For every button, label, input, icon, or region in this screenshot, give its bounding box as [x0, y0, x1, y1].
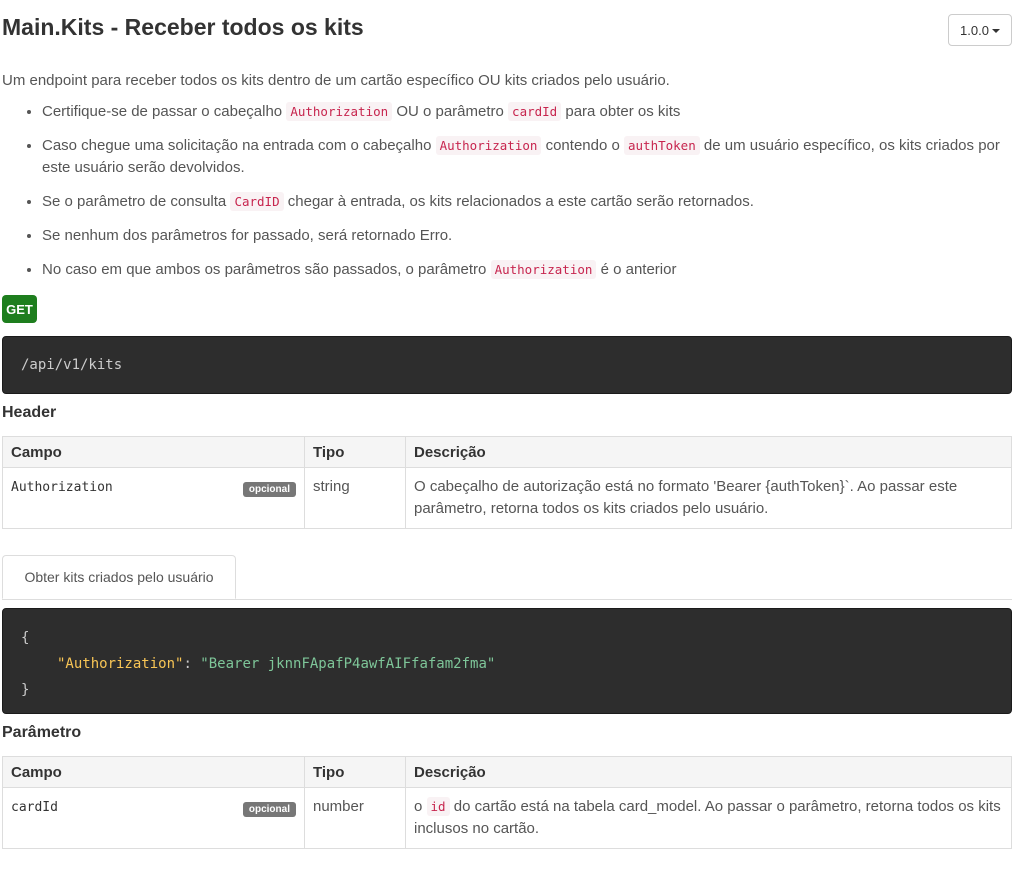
- header-table: Campo Tipo Descrição Authorization opcio…: [2, 436, 1012, 529]
- bullet-text: No caso em que ambos os parâmetros são p…: [42, 261, 491, 278]
- bullet-text: chegar à entrada, os kits relacionados a…: [283, 193, 754, 210]
- bullet-text: é o anterior: [596, 261, 677, 278]
- json-open-brace: {: [21, 630, 30, 646]
- table-row: Authorization opcional string O cabeçalh…: [2, 467, 1012, 529]
- type-cell: string: [304, 467, 406, 529]
- column-header-description: Descrição: [405, 756, 1012, 788]
- bullet-text: contendo o: [541, 137, 624, 154]
- list-item: No caso em que ambos os parâmetros são p…: [42, 259, 1012, 281]
- bullet-text: Se nenhum dos parâmetros for passado, se…: [42, 227, 453, 244]
- inline-code: Authorization: [286, 102, 393, 121]
- column-header-field: Campo: [2, 436, 305, 468]
- api-doc-page: Main.Kits - Receber todos os kits 1.0.0 …: [0, 0, 1029, 873]
- list-item: Se o parâmetro de consulta CardID chegar…: [42, 191, 1012, 213]
- param-section-title: Parâmetro: [2, 724, 82, 741]
- bullet-text: Se o parâmetro de consulta: [42, 193, 231, 210]
- column-header-type: Tipo: [304, 436, 406, 468]
- inline-code: Authorization: [490, 260, 597, 279]
- inline-code: Authorization: [435, 136, 542, 155]
- bullet-text: para obter os kits: [561, 103, 681, 120]
- title-row: Main.Kits - Receber todos os kits 1.0.0: [2, 12, 1012, 48]
- http-method-badge: GET: [2, 295, 37, 323]
- field-name: Authorization: [11, 480, 113, 495]
- field-cell: cardId opcional: [2, 787, 305, 849]
- tab-user-kits-example[interactable]: Obter kits criados pelo usuário: [2, 555, 236, 599]
- column-header-field: Campo: [2, 756, 305, 788]
- table-header-row: Campo Tipo Descrição: [2, 436, 1012, 468]
- json-colon: :: [183, 656, 201, 672]
- version-dropdown-button[interactable]: 1.0.0: [948, 14, 1012, 46]
- optional-badge: opcional: [242, 482, 296, 497]
- description-text: o: [414, 798, 427, 815]
- optional-badge: opcional: [242, 802, 296, 817]
- column-header-type: Tipo: [304, 756, 406, 788]
- inline-code: cardId: [508, 102, 562, 121]
- field-name: cardId: [11, 800, 58, 815]
- header-section-title: Header: [2, 404, 57, 421]
- list-item: Caso chegue uma solicitação na entrada c…: [42, 135, 1012, 179]
- description-cell: O cabeçalho de autorização está no forma…: [405, 467, 1012, 529]
- version-label: 1.0.0: [960, 22, 989, 38]
- json-value: "Bearer jknnFApafP4awfAIFfafam2fma": [200, 656, 496, 672]
- column-header-description: Descrição: [405, 436, 1012, 468]
- json-example-block: { "Authorization": "Bearer jknnFApafP4aw…: [2, 608, 1012, 714]
- inline-code: authToken: [624, 136, 700, 155]
- list-item: Se nenhum dos parâmetros for passado, se…: [42, 225, 1012, 247]
- field-cell: Authorization opcional: [2, 467, 305, 529]
- requirements-list: Certifique-se de passar o cabeçalho Auth…: [2, 101, 1012, 293]
- bullet-text: Certifique-se de passar o cabeçalho: [42, 103, 287, 120]
- caret-down-icon: [991, 28, 1000, 33]
- table-row: cardId opcional number o id do cartão es…: [2, 787, 1012, 849]
- inline-code: id: [426, 797, 450, 816]
- list-item: Certifique-se de passar o cabeçalho Auth…: [42, 101, 1012, 123]
- bullet-text: Caso chegue uma solicitação na entrada c…: [42, 137, 436, 154]
- endpoint-code-block: /api/v1/kits: [2, 336, 1012, 394]
- description-text: do cartão está na tabela card_model. Ao …: [414, 798, 1001, 837]
- page-title: Main.Kits - Receber todos os kits: [2, 14, 364, 40]
- endpoint-description: Um endpoint para receber todos os kits d…: [2, 72, 670, 89]
- bullet-text: OU o parâmetro: [392, 103, 509, 120]
- table-header-row: Campo Tipo Descrição: [2, 756, 1012, 788]
- json-close-brace: }: [21, 682, 30, 698]
- endpoint-path: /api/v1/kits: [21, 357, 123, 373]
- parameter-table: Campo Tipo Descrição cardId opcional num…: [2, 756, 1012, 849]
- description-cell: o id do cartão está na tabela card_model…: [405, 787, 1012, 849]
- type-cell: number: [304, 787, 406, 849]
- example-tab-bar: Obter kits criados pelo usuário: [2, 555, 1012, 600]
- inline-code: CardID: [230, 192, 284, 211]
- json-key: "Authorization": [57, 656, 184, 672]
- json-line: "Authorization": "Bearer jknnFApafP4awfA…: [21, 651, 993, 677]
